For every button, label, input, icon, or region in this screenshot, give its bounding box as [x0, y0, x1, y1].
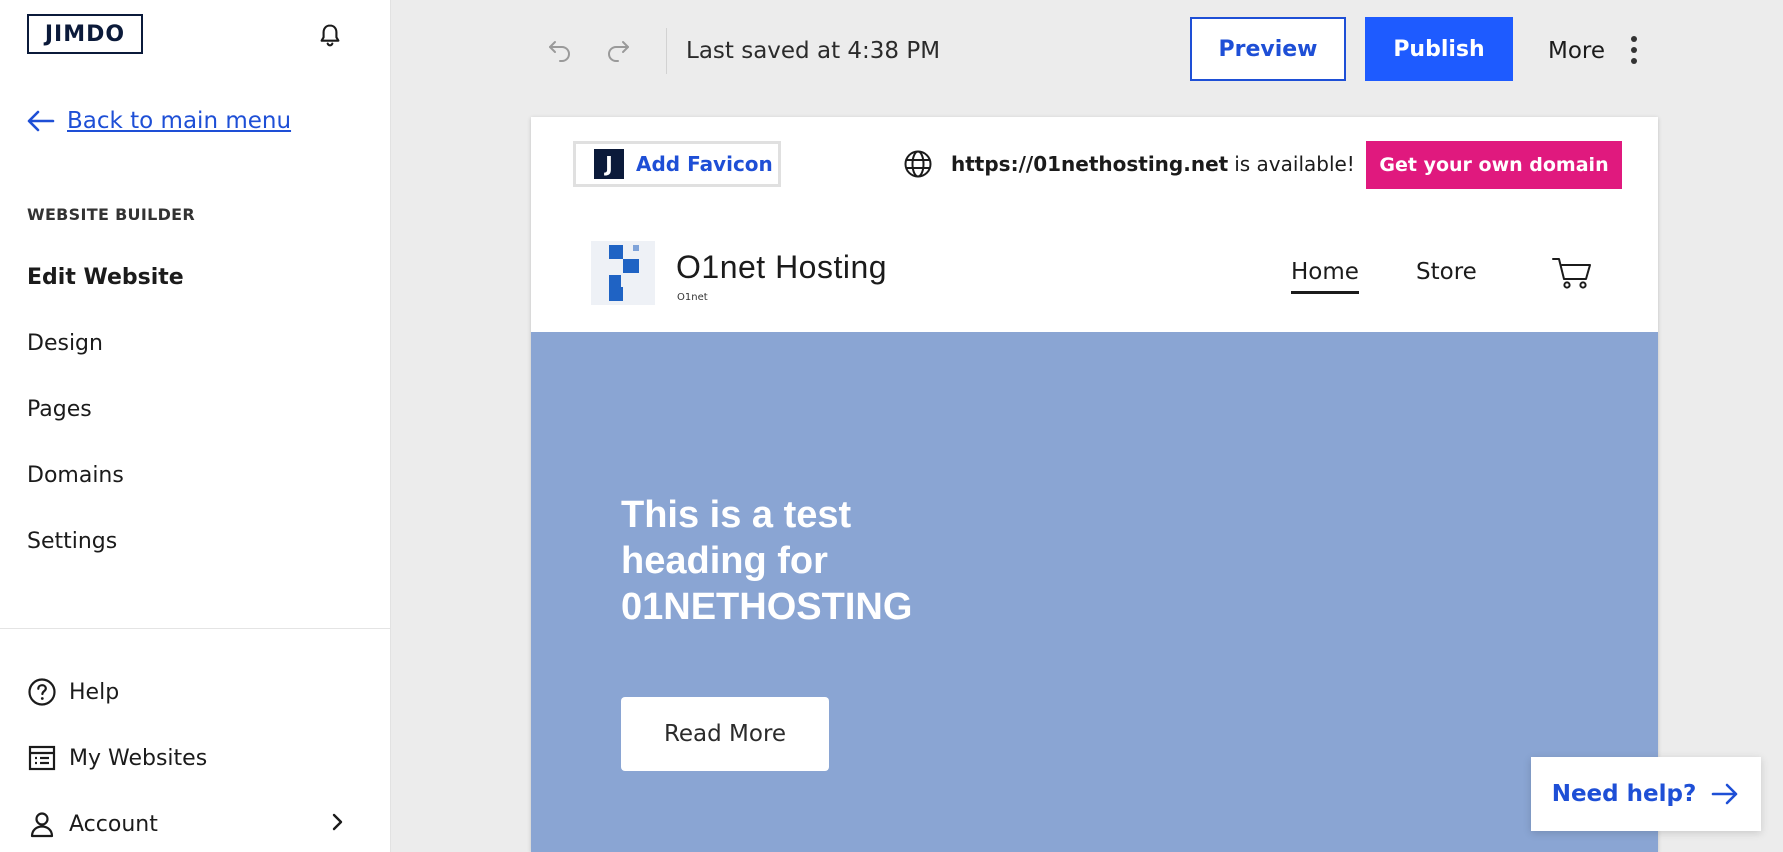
add-favicon-button[interactable]: J Add Favicon — [573, 141, 781, 187]
user-icon — [27, 809, 57, 839]
section-label: WEBSITE BUILDER — [27, 205, 196, 224]
my-websites-label: My Websites — [69, 745, 208, 771]
kebab-menu-icon[interactable] — [1628, 34, 1640, 66]
publish-button[interactable]: Publish — [1365, 17, 1513, 81]
chevron-right-icon — [332, 813, 343, 831]
nav-item-home[interactable]: Home — [1291, 259, 1359, 294]
toolbar-divider — [666, 28, 667, 74]
more-menu-label[interactable]: More — [1548, 38, 1605, 64]
arrow-left-icon — [27, 110, 55, 132]
read-more-button[interactable]: Read More — [621, 697, 829, 771]
sidebar-item-account[interactable]: Account — [27, 809, 347, 839]
sidebar-item-edit-website[interactable]: Edit Website — [27, 265, 184, 290]
site-logo[interactable] — [591, 241, 655, 305]
add-favicon-label: Add Favicon — [636, 152, 773, 176]
nav-item-store[interactable]: Store — [1416, 259, 1477, 285]
sidebar-item-settings[interactable]: Settings — [27, 529, 117, 554]
need-help-button[interactable]: Need help? — [1531, 757, 1761, 831]
account-label: Account — [69, 811, 158, 837]
get-your-own-domain-button[interactable]: Get your own domain — [1366, 141, 1622, 189]
bell-icon[interactable] — [316, 22, 344, 50]
back-link-label: Back to main menu — [67, 108, 292, 134]
redo-icon[interactable] — [604, 36, 632, 64]
websites-list-icon — [27, 743, 57, 773]
last-saved-status: Last saved at 4:38 PM — [686, 38, 941, 64]
jimdo-favicon-icon: J — [594, 149, 624, 179]
site-tagline: O1net — [677, 292, 708, 303]
domain-status: is available! — [1234, 152, 1355, 176]
preview-button[interactable]: Preview — [1190, 17, 1346, 81]
sidebar-divider — [0, 628, 390, 629]
jimdo-logo[interactable]: JIMDO — [27, 14, 143, 54]
sidebar-item-help[interactable]: Help — [27, 677, 347, 707]
hero-section: This is a test heading for 01NETHOSTING … — [531, 332, 1658, 852]
website-preview-canvas: J Add Favicon https://01nethosting.net i… — [531, 117, 1658, 852]
sidebar-item-pages[interactable]: Pages — [27, 397, 92, 422]
sidebar: JIMDO Back to main menu WEBSITE BUILDER … — [0, 0, 391, 852]
sidebar-item-design[interactable]: Design — [27, 331, 103, 356]
help-label: Help — [69, 679, 120, 705]
sidebar-item-my-websites[interactable]: My Websites — [27, 743, 347, 773]
domain-availability: https://01nethosting.net is available! — [903, 149, 1355, 179]
arrow-right-icon — [1711, 783, 1738, 805]
help-circle-icon — [27, 677, 57, 707]
undo-icon[interactable] — [546, 36, 574, 64]
need-help-label: Need help? — [1551, 781, 1697, 807]
shopping-cart-icon[interactable] — [1551, 255, 1593, 291]
site-name[interactable]: O1net Hosting — [676, 249, 887, 286]
back-to-main-menu-link[interactable]: Back to main menu — [27, 108, 291, 134]
globe-icon — [904, 150, 932, 178]
hero-heading[interactable]: This is a test heading for 01NETHOSTING — [621, 492, 941, 630]
domain-url: https://01nethosting.net — [951, 152, 1229, 176]
sidebar-item-domains[interactable]: Domains — [27, 463, 124, 488]
